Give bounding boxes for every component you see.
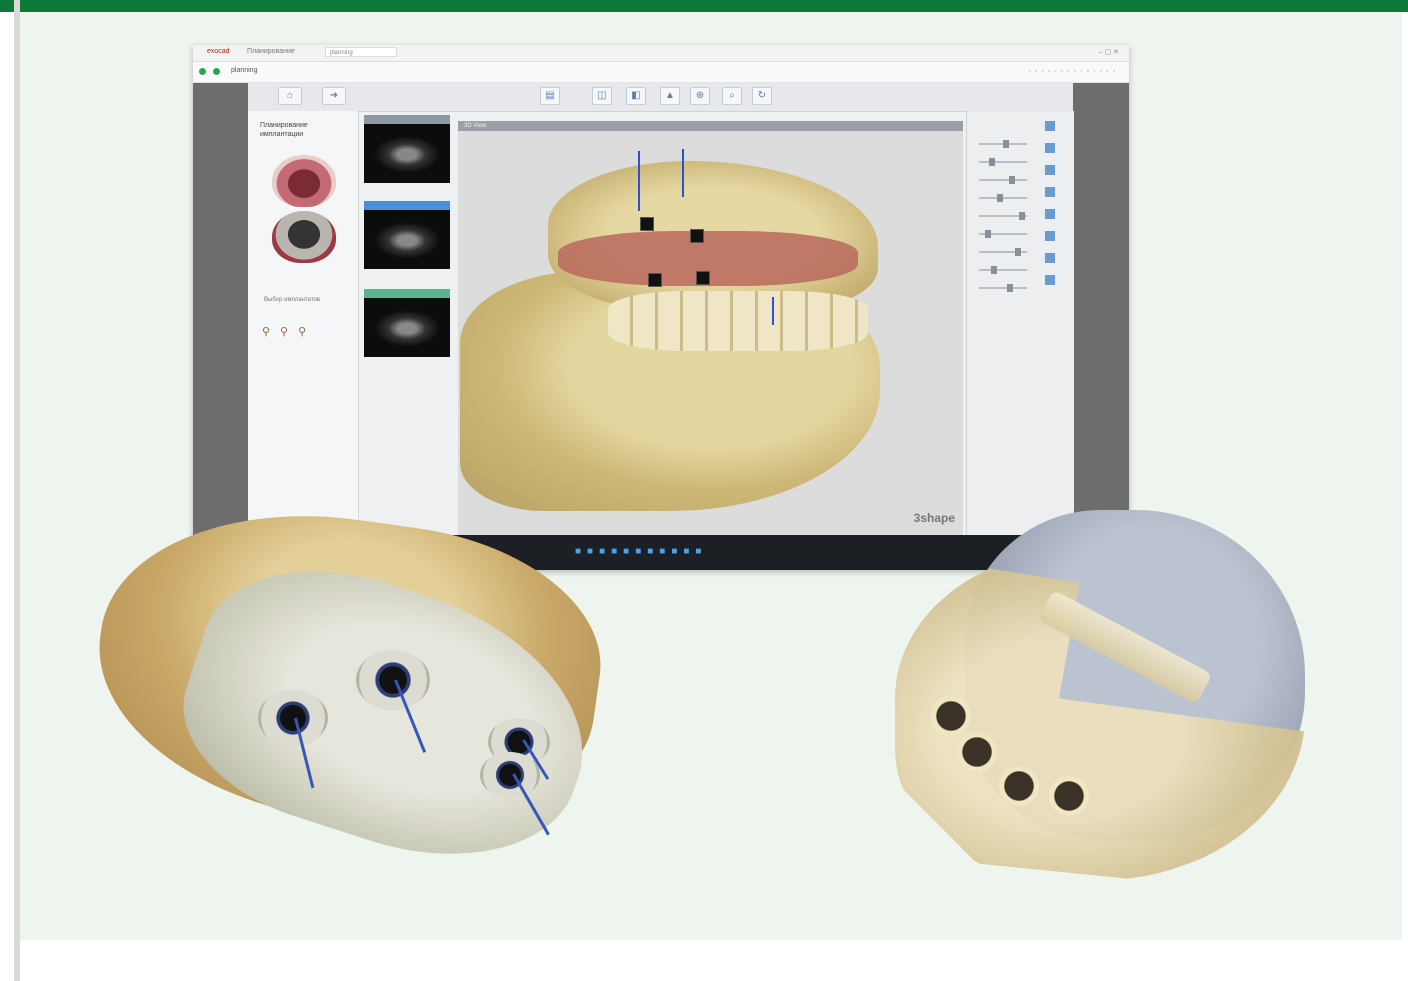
open-button[interactable]: ▤	[540, 87, 560, 105]
opacity-slider[interactable]	[979, 158, 1027, 166]
window-titlebar: exocad Планирование planning – ▢ ✕	[193, 45, 1129, 62]
status-dot-icon	[199, 68, 206, 75]
opacity-slider[interactable]	[979, 140, 1027, 148]
implant-axis[interactable]	[682, 149, 684, 197]
lower-arch-thumbnail[interactable]	[272, 211, 336, 263]
slice-thumbnails	[364, 111, 454, 535]
implant-sleeve[interactable]	[648, 273, 662, 287]
top-accent-bar	[0, 0, 1408, 12]
next-button[interactable]: ➜	[322, 87, 346, 105]
rotate-button[interactable]: ↻	[752, 87, 772, 105]
address-bar: planning ◦◦◦◦◦◦◦◦◦◦◦◦◦◦	[193, 62, 1129, 83]
left-sidebar: Планирование имплантации Выбор имплантат…	[248, 111, 359, 535]
planning-app: ⌂ ➜ ▤ ◫ ◧ ▲ ⊕ ⌕ ↻ Планирование имплантац…	[248, 83, 1074, 535]
software-window: exocad Планирование planning – ▢ ✕ plann…	[193, 45, 1129, 570]
app-logo: exocad	[207, 48, 230, 55]
opacity-slider[interactable]	[979, 266, 1027, 274]
search-button[interactable]: ⌕	[722, 87, 742, 105]
guide-sleeve	[480, 752, 540, 798]
opacity-slider[interactable]	[979, 212, 1027, 220]
digital-surgical-guide-render	[79, 486, 617, 896]
opacity-slider[interactable]	[979, 230, 1027, 238]
opacity-slider[interactable]	[979, 194, 1027, 202]
sidebar-title: Планирование имплантации	[260, 122, 308, 138]
guide-hole	[999, 766, 1039, 806]
status-dot-icon	[213, 68, 220, 75]
layer-toggle-icon[interactable]	[1045, 165, 1055, 175]
slice-view-axial[interactable]	[364, 201, 450, 269]
layer-toggle-icon[interactable]	[1045, 231, 1055, 241]
opacity-slider[interactable]	[979, 284, 1027, 292]
layer-toggle-icon[interactable]	[1045, 275, 1055, 285]
tab-address[interactable]: planning	[325, 47, 397, 57]
layer-toggle-icon[interactable]	[1045, 209, 1055, 219]
view-button[interactable]: ◫	[592, 87, 612, 105]
guide-hole	[1049, 776, 1089, 816]
browser-tools-icons[interactable]: ◦◦◦◦◦◦◦◦◦◦◦◦◦◦	[1028, 68, 1119, 75]
home-button[interactable]: ⌂	[278, 87, 302, 105]
layer-toggle-icon[interactable]	[1045, 143, 1055, 153]
opacity-slider[interactable]	[979, 176, 1027, 184]
guide-hole	[957, 732, 997, 772]
implant-sleeve[interactable]	[690, 229, 704, 243]
slice-view-cross[interactable]	[364, 289, 450, 357]
cursor-button[interactable]: ▲	[660, 87, 680, 105]
implant-axis[interactable]	[772, 297, 774, 325]
implant-sleeve[interactable]	[640, 217, 654, 231]
implant-section-label: Выбор имплантатов	[264, 297, 321, 303]
window-controls[interactable]: – ▢ ✕	[1099, 48, 1119, 56]
tab-title[interactable]: Планирование	[247, 48, 295, 55]
guide-hole	[931, 696, 971, 736]
layers-button[interactable]: ◧	[626, 87, 646, 105]
layer-toggle-icon[interactable]	[1045, 121, 1055, 131]
address-text[interactable]: planning	[231, 67, 257, 74]
zoom-button[interactable]: ⊕	[690, 87, 710, 105]
opacity-slider[interactable]	[979, 248, 1027, 256]
3d-viewport[interactable]: 3D View 3shape	[458, 121, 963, 535]
teeth-model	[608, 291, 868, 351]
layer-toggle-icon[interactable]	[1045, 253, 1055, 263]
implant-icon[interactable]: ⚲⚲⚲	[262, 325, 316, 338]
layer-toggle-icon[interactable]	[1045, 187, 1055, 197]
implant-axis[interactable]	[638, 151, 640, 211]
upper-arch-thumbnail[interactable]	[272, 155, 336, 207]
main-toolbar: ⌂ ➜ ▤ ◫ ◧ ▲ ⊕ ⌕ ↻	[248, 83, 1073, 112]
slice-view-panoramic[interactable]	[364, 115, 450, 183]
implant-sleeve[interactable]	[696, 271, 710, 285]
viewport-header: 3D View	[458, 121, 963, 131]
printed-surgical-guide-photo	[895, 510, 1315, 880]
right-tool-panel	[966, 111, 1074, 535]
